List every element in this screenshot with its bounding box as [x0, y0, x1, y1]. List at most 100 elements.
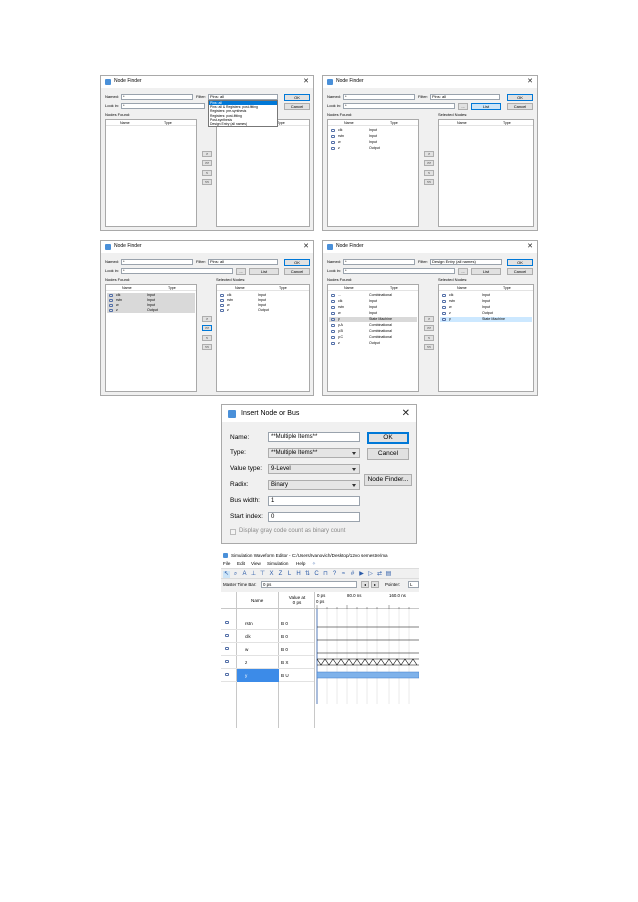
remove-all-button[interactable]: <<: [424, 179, 434, 185]
snap-to-grid-icon[interactable]: #: [349, 571, 356, 578]
text-tool-icon[interactable]: A: [241, 571, 248, 578]
look-in-input[interactable]: *: [343, 268, 455, 274]
radix-select[interactable]: Binary: [268, 480, 360, 490]
cancel-button[interactable]: Cancel: [507, 268, 533, 275]
close-icon[interactable]: ✕: [303, 242, 309, 251]
list-item[interactable]: z Output: [329, 146, 417, 151]
filter-select[interactable]: Pins: all: [430, 94, 500, 100]
signal-row[interactable]: w B 0: [221, 643, 314, 656]
help-icon[interactable]: ✧: [312, 561, 316, 567]
arbitrary-value-icon[interactable]: ?: [331, 571, 338, 578]
master-time-bar-input[interactable]: 0 ps: [261, 581, 357, 588]
list-item[interactable]: y.C Combinational: [329, 335, 417, 340]
add-all-button[interactable]: >>: [202, 160, 212, 166]
simulate-icon[interactable]: ▶: [358, 571, 365, 578]
filter-option[interactable]: Design Entry (all names): [209, 122, 277, 126]
list-item[interactable]: z Output: [440, 311, 532, 316]
nodes-found-list[interactable]: Name Type ... Combinational clk Input rstn…: [327, 284, 419, 392]
browse-button[interactable]: ...: [458, 268, 468, 275]
menu-view[interactable]: View: [251, 561, 261, 567]
add-all-button[interactable]: >>: [424, 160, 434, 166]
list-item[interactable]: z Output: [329, 341, 417, 346]
add-all-button[interactable]: >>: [424, 325, 434, 331]
add-all-button[interactable]: >>: [202, 325, 212, 331]
list-item[interactable]: rstn Input: [329, 134, 417, 139]
list-item[interactable]: clk Input: [440, 293, 532, 298]
zoom-tool-icon[interactable]: ⌕: [232, 571, 239, 578]
cancel-button[interactable]: Cancel: [284, 268, 310, 275]
ok-button[interactable]: OK: [367, 432, 409, 444]
ok-button[interactable]: OK: [284, 94, 310, 101]
forcing-low-icon[interactable]: ⊥: [250, 571, 257, 578]
nodes-found-list[interactable]: Name Type: [105, 119, 197, 227]
add-button[interactable]: >: [424, 316, 434, 322]
gray-code-checkbox[interactable]: [230, 529, 236, 535]
remove-all-button[interactable]: <<: [424, 344, 434, 350]
close-icon[interactable]: ✕: [527, 77, 533, 86]
signal-row[interactable]: yB U: [221, 669, 314, 682]
close-icon[interactable]: ✕: [527, 242, 533, 251]
type-select[interactable]: **Multiple Items**: [268, 448, 360, 458]
list-item[interactable]: y State Machine: [440, 317, 532, 322]
signal-row[interactable]: zB X: [221, 656, 314, 669]
invert-icon[interactable]: ⇅: [304, 571, 311, 578]
list-item[interactable]: clk Input: [329, 128, 417, 133]
count-value-icon[interactable]: C: [313, 571, 320, 578]
remove-all-button[interactable]: <<: [202, 344, 212, 350]
filter-dropdown-list[interactable]: Pins: all Pins: all & Registers: post-fi…: [208, 100, 278, 128]
named-input[interactable]: *: [343, 94, 415, 100]
start-index-input[interactable]: 0: [268, 512, 360, 522]
bus-width-input[interactable]: 1: [268, 496, 360, 506]
named-input[interactable]: *: [343, 259, 415, 265]
forcing-high-icon[interactable]: ⊤: [259, 571, 266, 578]
look-in-input[interactable]: *: [121, 268, 233, 274]
value-type-select[interactable]: 9-Level: [268, 464, 360, 474]
pointer-tool-icon[interactable]: ↖: [223, 571, 230, 578]
selected-nodes-list[interactable]: Name Type clk Input rstn Input w Input z Out…: [438, 284, 534, 392]
name-input[interactable]: **Multiple Items**: [268, 432, 360, 442]
menu-help[interactable]: Help: [296, 561, 305, 567]
menu-file[interactable]: File: [223, 561, 230, 567]
selected-nodes-list[interactable]: Name Type clk Input rstn Input w Input z Out…: [216, 284, 310, 392]
random-value-icon[interactable]: ≈: [340, 571, 347, 578]
remove-all-button[interactable]: <<: [202, 179, 212, 185]
unknown-value-icon[interactable]: X: [268, 571, 275, 578]
add-button[interactable]: >: [202, 316, 212, 322]
browse-button[interactable]: ...: [458, 103, 468, 110]
remove-button[interactable]: <: [424, 170, 434, 176]
menu-edit[interactable]: Edit: [237, 561, 245, 567]
layout-icon[interactable]: ▤: [385, 571, 392, 578]
signal-row[interactable]: rstn B 0: [221, 617, 314, 630]
selected-nodes-list[interactable]: Name Type: [216, 119, 310, 227]
ok-button[interactable]: OK: [507, 259, 533, 266]
next-transition-button[interactable]: ▸: [371, 581, 379, 588]
weak-high-icon[interactable]: H: [295, 571, 302, 578]
list-item[interactable]: z Output: [107, 308, 195, 313]
list-item[interactable]: w Input: [440, 305, 532, 310]
filter-select[interactable]: Design Entry (all names): [430, 259, 502, 265]
list-item[interactable]: ... Combinational: [329, 293, 417, 298]
previous-transition-button[interactable]: ◂: [361, 581, 369, 588]
list-item[interactable]: clk Input: [329, 299, 417, 304]
nodes-found-list[interactable]: Name Type clk Input rstn Input w Input z Out…: [105, 284, 197, 392]
browse-button[interactable]: ...: [236, 268, 246, 275]
ok-button[interactable]: OK: [284, 259, 310, 266]
look-in-input[interactable]: *: [343, 103, 455, 109]
close-icon[interactable]: ✕: [402, 408, 410, 419]
cancel-button[interactable]: Cancel: [507, 103, 533, 110]
list-item[interactable]: z Output: [218, 308, 308, 313]
remove-button[interactable]: <: [424, 335, 434, 341]
compare-icon[interactable]: ⇄: [376, 571, 383, 578]
remove-button[interactable]: <: [202, 335, 212, 341]
list-button[interactable]: List: [249, 268, 279, 275]
simulate-timing-icon[interactable]: ▷: [367, 571, 374, 578]
menu-simulation[interactable]: Simulation: [267, 561, 288, 567]
list-button[interactable]: List: [471, 268, 501, 275]
list-item[interactable]: w Input: [329, 140, 417, 145]
cancel-button[interactable]: Cancel: [284, 103, 310, 110]
signal-row[interactable]: clk B 0: [221, 630, 314, 643]
close-icon[interactable]: ✕: [303, 77, 309, 86]
list-item[interactable]: rstn Input: [329, 305, 417, 310]
list-item[interactable]: y.A Combinational: [329, 323, 417, 328]
look-in-input[interactable]: *: [121, 103, 205, 109]
